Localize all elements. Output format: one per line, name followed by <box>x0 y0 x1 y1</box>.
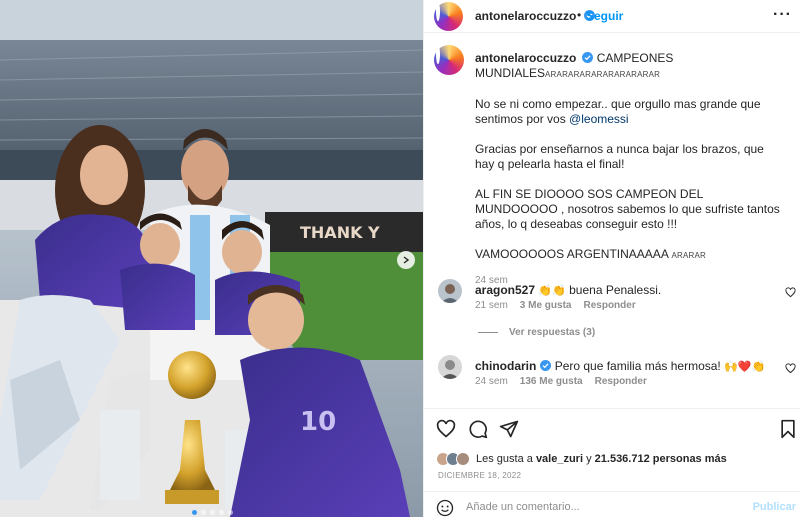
comment-meta: 21 sem 3 Me gusta Responder <box>475 300 636 311</box>
comment-username[interactable]: aragon527 <box>475 283 535 297</box>
carousel-next-button[interactable] <box>397 251 415 269</box>
caption-username[interactable]: antonelaroccuzzo <box>475 51 576 65</box>
carousel-dot <box>201 510 206 515</box>
view-replies-button[interactable]: Ver respuestas (3) <box>478 327 595 338</box>
likes-summary[interactable]: Les gusta a vale_zuri y 21.536.712 perso… <box>436 452 727 466</box>
comment-avatar[interactable] <box>438 279 462 303</box>
mention-link[interactable]: @leomessi <box>569 112 629 126</box>
likes-user[interactable]: vale_zuri <box>536 453 583 465</box>
follow-button[interactable]: Seguir <box>586 9 623 23</box>
comment-meta: 24 sem 136 Me gusta Responder <box>475 376 647 387</box>
comment-likes[interactable]: 136 Me gusta <box>520 376 583 387</box>
caption-paragraph-1: No se ni como empezar.. que orgullo mas … <box>475 97 761 126</box>
carousel-dot <box>228 510 233 515</box>
comment-emoji: 🙌❤️👏 <box>724 360 766 373</box>
caption-avatar[interactable] <box>434 45 464 75</box>
comments-area[interactable]: antonelaroccuzzo CAMPEONES MUNDIALESARAR… <box>424 33 800 408</box>
comment-body: buena Penalessi. <box>569 283 662 297</box>
like-heart-icon[interactable] <box>436 419 456 439</box>
chevron-right-icon <box>403 256 410 264</box>
post-date: DICIEMBRE 18, 2022 <box>438 471 522 480</box>
save-bookmark-icon[interactable] <box>778 419 798 439</box>
liker-avatar <box>456 452 470 466</box>
add-comment-bar: Publicar <box>424 491 800 517</box>
comment-body: Pero que familia más hermosa! <box>554 359 721 373</box>
comment-input[interactable] <box>466 497 736 517</box>
comment-time: 24 sem <box>475 376 508 387</box>
post-header: antonelaroccuzzo • Seguir ··· <box>424 0 800 33</box>
post-photo[interactable]: THANK Y 10 <box>0 0 423 517</box>
photo-image: THANK Y 10 <box>0 0 423 517</box>
caption-paragraph-2: Gracias por enseñarnos a nunca bajar los… <box>475 142 764 171</box>
svg-text:10: 10 <box>300 407 336 437</box>
comment-likes[interactable]: 3 Me gusta <box>520 300 572 311</box>
comment-text: aragon527 👏👏 buena Penalessi. <box>475 283 775 298</box>
likes-and: y <box>586 453 592 465</box>
publish-button[interactable]: Publicar <box>753 501 796 513</box>
action-bar: Les gusta a vale_zuri y 21.536.712 perso… <box>424 408 800 517</box>
verified-badge-icon <box>582 52 594 63</box>
comment-text: chinodarin Pero que familia más hermosa!… <box>475 359 775 374</box>
comment-bubble-icon[interactable] <box>468 419 488 439</box>
likers-avatars <box>436 452 470 466</box>
caption-paragraph-4: VAMOOOOOOS ARGENTINAAAAA ARARAR <box>475 247 707 261</box>
comment-time: 21 sem <box>475 300 508 311</box>
banner-text: THANK Y <box>300 223 380 242</box>
carousel-dot <box>219 510 224 515</box>
replies-divider <box>478 332 498 333</box>
emoji-smile-icon[interactable] <box>436 499 454 517</box>
heart-icon[interactable] <box>785 363 796 374</box>
more-options-icon[interactable]: ··· <box>773 6 792 24</box>
reply-button[interactable]: Responder <box>583 300 635 311</box>
avatar[interactable] <box>434 2 463 31</box>
carousel-dot <box>192 510 197 515</box>
likes-count[interactable]: 21.536.712 personas más <box>595 453 727 465</box>
comment-avatar[interactable] <box>438 355 462 379</box>
share-send-icon[interactable] <box>499 419 519 439</box>
clap-emoji: 👏👏 <box>538 284 566 297</box>
separator-dot: • <box>577 8 582 22</box>
caption-title-suffix: ARARARARARARARARARAR <box>545 70 661 79</box>
carousel-dot <box>210 510 215 515</box>
likes-prefix: Les gusta a <box>476 453 533 465</box>
verified-badge-icon <box>540 360 552 371</box>
heart-icon[interactable] <box>785 287 796 298</box>
post-panel: antonelaroccuzzo • Seguir ··· antonelaro… <box>423 0 800 517</box>
carousel-dots <box>192 510 233 515</box>
reply-button[interactable]: Responder <box>595 376 647 387</box>
comment-username[interactable]: chinodarin <box>475 359 536 373</box>
caption-text: antonelaroccuzzo CAMPEONES MUNDIALESARAR… <box>475 51 785 288</box>
caption-paragraph-3: AL FIN SE DIOOOO SOS CAMPEON DEL MUNDOOO… <box>475 187 780 231</box>
